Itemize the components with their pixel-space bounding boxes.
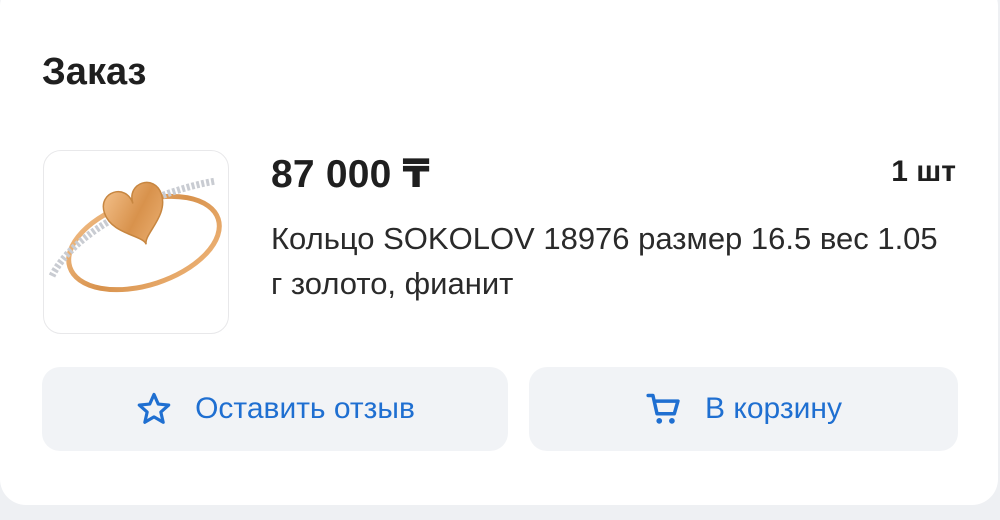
product-description[interactable]: Кольцо SOKOLOV 18976 размер 16.5 вес 1.0… (271, 216, 951, 306)
order-card: Заказ 87 000 ₸ 1 шт Кольцо SOKOLOV 18976… (0, 0, 998, 505)
cart-icon (645, 390, 683, 428)
product-quantity: 1 шт (891, 155, 956, 188)
leave-review-label: Оставить отзыв (195, 392, 415, 425)
star-outline-icon (135, 390, 173, 428)
product-image[interactable] (43, 150, 229, 334)
section-title: Заказ (42, 51, 147, 93)
product-price: 87 000 ₸ (271, 153, 430, 196)
add-to-cart-button[interactable]: В корзину (529, 367, 958, 451)
leave-review-button[interactable]: Оставить отзыв (42, 367, 508, 451)
add-to-cart-label: В корзину (705, 392, 842, 425)
ring-icon (48, 177, 222, 293)
